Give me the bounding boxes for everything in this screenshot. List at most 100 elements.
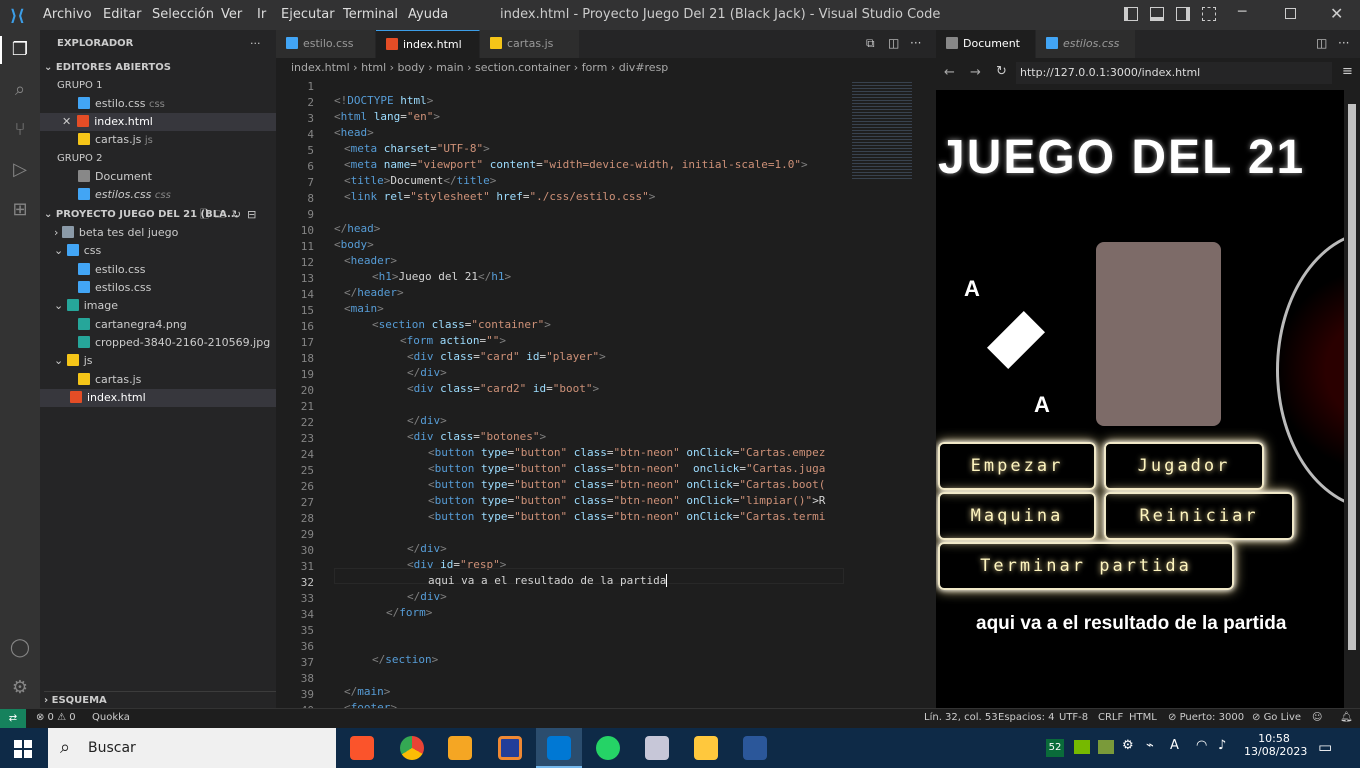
explorer-icon[interactable]: ❐ xyxy=(8,38,32,62)
remote-icon[interactable]: ⇄ xyxy=(0,709,26,728)
tray-app-icon[interactable] xyxy=(1098,740,1114,754)
refresh-icon[interactable]: ↻ xyxy=(232,208,247,221)
page-scrollbar[interactable] xyxy=(1344,90,1360,708)
port-status[interactable]: ⊘ Puerto: 3000 xyxy=(1168,712,1244,723)
snipping-tool-icon[interactable] xyxy=(645,736,669,760)
explorer-actions[interactable]: 🗋🗀↻⊟ xyxy=(200,206,270,224)
search-icon[interactable]: ⌕ xyxy=(8,78,32,102)
settings-gear-icon[interactable]: ⚙ xyxy=(8,676,32,700)
maquina-button[interactable]: Maquina xyxy=(938,492,1096,540)
tab-index-html[interactable]: index.html ✕ xyxy=(376,30,480,79)
breadcrumb-item[interactable]: index.html xyxy=(291,61,350,74)
run-debug-icon[interactable]: ▷ xyxy=(8,158,32,182)
whatsapp-icon[interactable] xyxy=(596,736,620,760)
notification-center-icon[interactable]: ▭ xyxy=(1318,738,1332,756)
open-editor-index-html[interactable]: ✕ index.html xyxy=(40,113,276,131)
taskbar-search-box[interactable]: ⌕ Buscar xyxy=(48,728,336,768)
extensions-icon[interactable]: ⊞ xyxy=(8,198,32,222)
wifi-icon[interactable]: ◠ xyxy=(1196,738,1207,753)
new-folder-icon[interactable]: 🗀 xyxy=(215,208,232,221)
menu-ir[interactable]: Ir xyxy=(257,7,266,22)
language-icon[interactable]: A xyxy=(1170,738,1179,753)
close-editor-icon[interactable]: ✕ xyxy=(62,115,71,128)
breadcrumb-item[interactable]: section.container xyxy=(475,61,570,74)
maximize-icon[interactable] xyxy=(1285,8,1296,19)
tree-folder-beta[interactable]: › beta tes del juego xyxy=(54,224,290,242)
line-ending[interactable]: CRLF xyxy=(1098,712,1123,723)
new-file-icon[interactable]: 🗋 xyxy=(200,208,215,221)
reload-icon[interactable]: ↻ xyxy=(996,64,1007,79)
clock[interactable]: 10:58 13/08/2023 xyxy=(1244,732,1307,758)
tree-folder-css[interactable]: ⌄ css xyxy=(54,242,290,260)
brave-browser-icon[interactable] xyxy=(350,736,374,760)
breadcrumb-item[interactable]: html xyxy=(361,61,386,74)
toggle-panel-icon[interactable] xyxy=(1150,7,1164,21)
tree-folder-js[interactable]: ⌄ js xyxy=(54,352,290,370)
problems-count[interactable]: ⊗ 0 ⚠ 0 xyxy=(36,712,76,723)
explorer-more-icon[interactable]: ··· xyxy=(250,35,270,53)
tree-folder-image[interactable]: ⌄ image xyxy=(54,297,290,315)
tab-cartas-js[interactable]: cartas.js xyxy=(480,30,580,58)
file-explorer-icon[interactable] xyxy=(694,736,718,760)
menu-icon[interactable]: ≡ xyxy=(1342,64,1353,79)
language-mode[interactable]: HTML xyxy=(1129,712,1157,723)
cursor-position[interactable]: Lín. 32, col. 53 xyxy=(924,712,998,723)
outline-section[interactable]: › ESQUEMA xyxy=(44,691,280,709)
menu-ejecutar[interactable]: Ejecutar xyxy=(281,7,335,22)
temperature-badge[interactable]: 52 xyxy=(1046,739,1064,757)
sublime-text-icon[interactable] xyxy=(448,736,472,760)
open-preview-icon[interactable]: ⧉ xyxy=(866,36,875,51)
customize-layout-icon[interactable] xyxy=(1202,7,1216,21)
tray-icon[interactable]: ⚙ xyxy=(1122,738,1134,753)
volume-icon[interactable]: ♪ xyxy=(1218,738,1226,753)
tab-estilos-css[interactable]: estilos.css xyxy=(1036,30,1136,58)
terminar-partida-button[interactable]: Terminar partida xyxy=(938,542,1234,590)
minimize-icon[interactable]: ─ xyxy=(1238,4,1246,20)
nvidia-icon[interactable] xyxy=(1074,740,1090,754)
breadcrumb-item[interactable]: body xyxy=(398,61,425,74)
minimap[interactable] xyxy=(844,78,936,708)
app-icon[interactable] xyxy=(498,736,522,760)
word-icon[interactable] xyxy=(743,736,767,760)
tab-document[interactable]: Document ✕ xyxy=(936,30,1036,78)
breadcrumb-item[interactable]: main xyxy=(436,61,463,74)
menu-ver[interactable]: Ver xyxy=(221,7,242,22)
feedback-icon[interactable]: ☺ xyxy=(1312,712,1322,723)
collapse-icon[interactable]: ⊟ xyxy=(247,208,262,221)
windows-start-icon[interactable] xyxy=(14,740,32,758)
toggle-secondary-sidebar-icon[interactable] xyxy=(1176,7,1190,21)
close-window-icon[interactable]: ✕ xyxy=(1330,4,1343,23)
indentation[interactable]: Espacios: 4 xyxy=(998,712,1055,723)
tree-file-index-html[interactable]: index.html xyxy=(40,389,276,407)
menu-seleccion[interactable]: Selección xyxy=(152,7,214,22)
chrome-icon[interactable] xyxy=(400,736,424,760)
tab-estilo-css[interactable]: estilo.css xyxy=(276,30,376,58)
menu-terminal[interactable]: Terminal xyxy=(343,7,398,22)
more-actions-icon[interactable]: ··· xyxy=(1338,36,1349,50)
jugador-button[interactable]: Jugador xyxy=(1104,442,1264,490)
breadcrumb-item[interactable]: form xyxy=(582,61,608,74)
open-editors-section[interactable]: ⌄ EDITORES ABIERTOS xyxy=(44,59,280,77)
split-editor-icon[interactable]: ◫ xyxy=(1316,36,1327,50)
menu-ayuda[interactable]: Ayuda xyxy=(408,7,448,22)
reiniciar-button[interactable]: Reiniciar xyxy=(1104,492,1294,540)
split-editor-icon[interactable]: ◫ xyxy=(888,36,899,50)
forward-arrow-icon[interactable]: → xyxy=(970,65,981,80)
menu-archivo[interactable]: Archivo xyxy=(43,7,92,22)
more-actions-icon[interactable]: ··· xyxy=(910,36,921,50)
menu-editar[interactable]: Editar xyxy=(103,7,142,22)
vscode-taskbar-button[interactable] xyxy=(536,728,582,768)
notifications-bell-icon[interactable]: 🔔︎ xyxy=(1340,712,1353,723)
usb-icon[interactable]: ⌁ xyxy=(1146,738,1154,753)
url-input[interactable]: http://127.0.0.1:3000/index.html xyxy=(1016,62,1332,84)
breadcrumb-item[interactable]: div#resp xyxy=(619,61,669,74)
account-icon[interactable]: ◯ xyxy=(8,636,32,660)
empezar-button[interactable]: Empezar xyxy=(938,442,1096,490)
back-arrow-icon[interactable]: ← xyxy=(944,65,955,80)
toggle-sidebar-icon[interactable] xyxy=(1124,7,1138,21)
go-live-button[interactable]: ⊘ Go Live xyxy=(1252,712,1301,723)
source-control-icon[interactable]: ⑂ xyxy=(8,118,32,142)
code-editor[interactable]: 1 <!DOCTYPE html> 2 <html lang="en"> 3 <hea… xyxy=(276,78,844,708)
quokka-status[interactable]: Quokka xyxy=(92,712,130,723)
encoding[interactable]: UTF-8 xyxy=(1059,712,1088,723)
